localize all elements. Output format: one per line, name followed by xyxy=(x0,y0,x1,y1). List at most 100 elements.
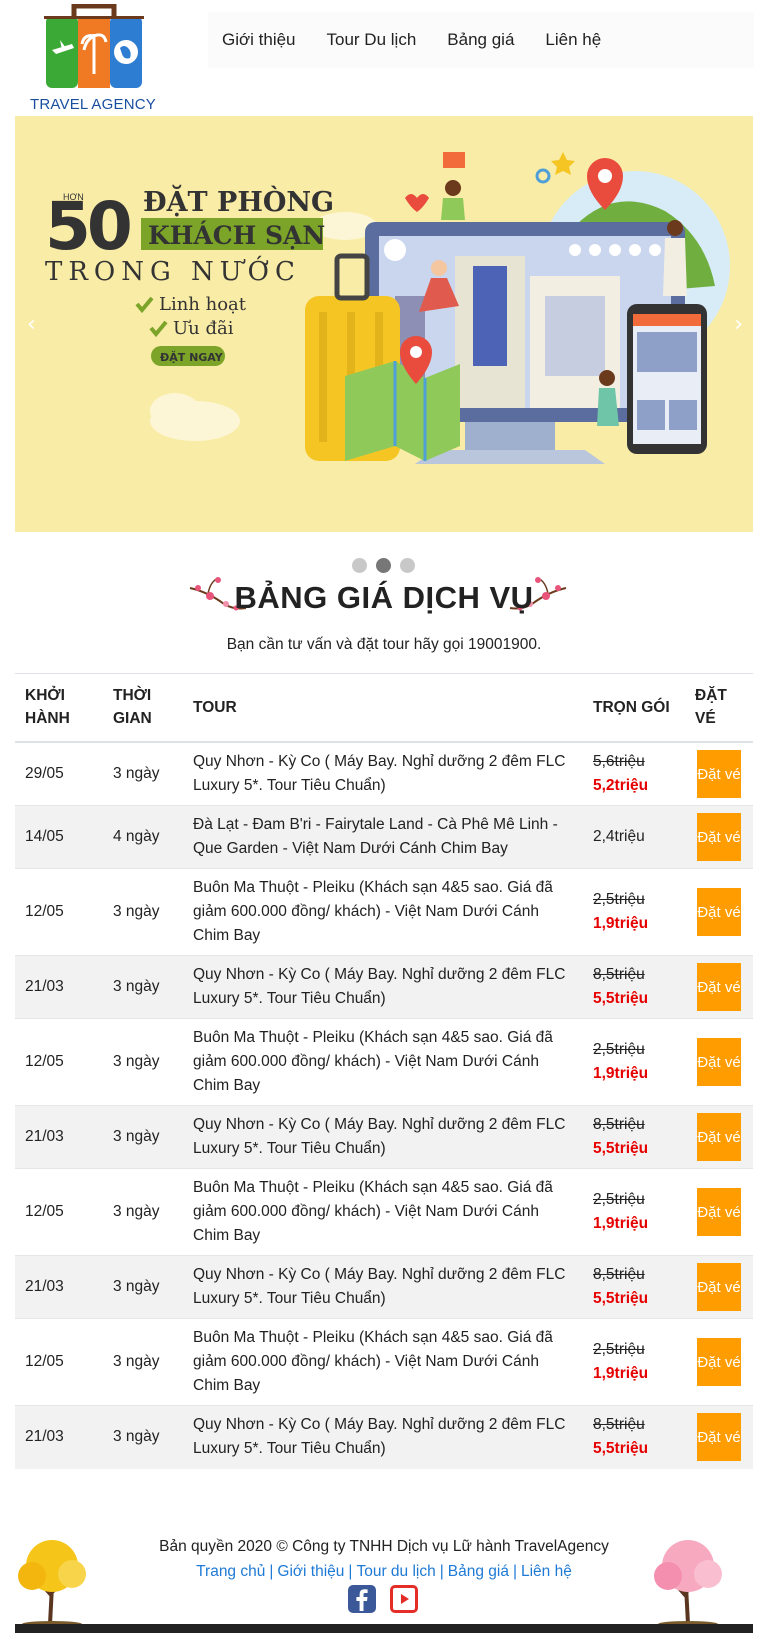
footer-link-contact[interactable]: Liên hệ xyxy=(521,1563,572,1580)
old-price: 2,5triệu xyxy=(593,1191,645,1208)
carousel-indicators xyxy=(352,558,424,573)
cell-date: 29/05 xyxy=(15,741,103,806)
carousel-next-icon[interactable]: › xyxy=(734,312,743,337)
cell-duration: 3 ngày xyxy=(103,1105,183,1169)
sale-price: 5,5triệu xyxy=(593,1290,649,1307)
cell-tour: Buôn Ma Thuột - Pleiku (Khách sạn 4&5 sa… xyxy=(183,1318,583,1406)
price-table: KHỞI HÀNH THỜI GIAN TOUR TRỌN GÓI ĐẶT VÉ… xyxy=(15,673,753,1469)
old-price: 2,5triệu xyxy=(593,891,645,908)
table-row: 12/05 3 ngày Buôn Ma Thuột - Pleiku (Khá… xyxy=(15,1018,753,1106)
main-nav: Giới thiệu Tour Du lịch Bảng giá Liên hệ xyxy=(208,12,754,68)
header-package: TRỌN GÓI xyxy=(583,673,687,743)
cell-date: 12/05 xyxy=(15,1168,103,1256)
book-button[interactable]: Đặt vé xyxy=(697,1188,741,1236)
carousel-dot-1[interactable] xyxy=(352,558,367,573)
book-button[interactable]: Đặt vé xyxy=(697,813,741,861)
cell-duration: 4 ngày xyxy=(103,805,183,869)
cell-price: 8,5triệu 5,5triệu xyxy=(583,1255,687,1319)
banner-line2: KHÁCH SẠN xyxy=(148,221,325,250)
table-row: 21/03 3 ngày Quy Nhơn - Kỳ Co ( Máy Bay.… xyxy=(15,1105,753,1169)
carousel-prev-icon[interactable]: ‹ xyxy=(27,312,36,337)
old-price: 8,5triệu xyxy=(593,966,645,983)
sale-price: 5,2triệu xyxy=(593,776,649,794)
book-button[interactable]: Đặt vé xyxy=(697,888,741,936)
cell-tour: Quy Nhơn - Kỳ Co ( Máy Bay. Nghỉ dưỡng 2… xyxy=(183,741,583,806)
cell-duration: 3 ngày xyxy=(103,868,183,956)
book-button[interactable]: Đặt vé xyxy=(697,1413,741,1462)
old-price: 2,5triệu xyxy=(593,1041,645,1058)
cell-tour: Buôn Ma Thuột - Pleiku (Khách sạn 4&5 sa… xyxy=(183,1168,583,1256)
cell-duration: 3 ngày xyxy=(103,741,183,806)
cell-price: 2,5triệu 1,9triệu xyxy=(583,1168,687,1256)
cell-price: 8,5triệu 5,5triệu xyxy=(583,955,687,1019)
cell-tour: Quy Nhơn - Kỳ Co ( Máy Bay. Nghỉ dưỡng 2… xyxy=(183,1105,583,1169)
table-row: 12/05 3 ngày Buôn Ma Thuột - Pleiku (Khá… xyxy=(15,1318,753,1406)
header-book: ĐẶT VÉ xyxy=(687,673,753,743)
sale-price: 5,5triệu xyxy=(593,1440,649,1458)
youtube-icon[interactable] xyxy=(390,1585,418,1613)
cell-date: 12/05 xyxy=(15,1318,103,1406)
footer-copyright: Bản quyền 2020 © Công ty TNHH Dịch vụ Lữ… xyxy=(159,1538,609,1555)
nav-item-tour-du-lich[interactable]: Tour Du lịch xyxy=(327,30,417,50)
cell-date: 12/05 xyxy=(15,868,103,956)
banner-cta-label: ĐẶT NGAY xyxy=(160,350,224,364)
nav-item-gioi-thieu[interactable]: Giới thiệu xyxy=(222,30,296,50)
travel-agency-logo[interactable]: TRAVEL AGENCY xyxy=(28,0,168,116)
cell-tour: Quy Nhơn - Kỳ Co ( Máy Bay. Nghỉ dưỡng 2… xyxy=(183,955,583,1019)
table-row: 14/05 4 ngày Đà Lạt - Đam B'ri - Fairyta… xyxy=(15,805,753,869)
carousel-dot-2[interactable] xyxy=(376,558,391,573)
footer-separator: | xyxy=(269,1563,274,1580)
cell-tour: Buôn Ma Thuột - Pleiku (Khách sạn 4&5 sa… xyxy=(183,868,583,956)
book-button[interactable]: Đặt vé xyxy=(697,1113,741,1161)
footer-link-about[interactable]: Giới thiệu xyxy=(277,1563,344,1580)
book-button[interactable]: Đặt vé xyxy=(697,963,741,1011)
banner-number: 50 xyxy=(45,188,130,265)
footer-bottom-bar xyxy=(15,1624,753,1633)
header-tour: TOUR xyxy=(183,673,583,743)
cell-tour: Quy Nhơn - Kỳ Co ( Máy Bay. Nghỉ dưỡng 2… xyxy=(183,1405,583,1469)
table-row: 21/03 3 ngày Quy Nhơn - Kỳ Co ( Máy Bay.… xyxy=(15,1255,753,1319)
book-button[interactable]: Đặt vé xyxy=(697,1038,741,1086)
old-price: 8,5triệu xyxy=(593,1416,645,1434)
site-header: TRAVEL AGENCY Giới thiệu Tour Du lịch Bả… xyxy=(0,0,768,116)
carousel-dot-3[interactable] xyxy=(400,558,415,573)
suitcase-logo-icon xyxy=(44,4,144,88)
cell-date: 21/03 xyxy=(15,1255,103,1319)
cell-duration: 3 ngày xyxy=(103,1405,183,1469)
price: 2,4triệu xyxy=(593,828,645,845)
facebook-icon[interactable] xyxy=(348,1585,376,1613)
sale-price: 1,9triệu xyxy=(593,1065,649,1082)
table-row: 29/05 3 ngày Quy Nhơn - Kỳ Co ( Máy Bay.… xyxy=(15,741,753,806)
cell-price: 8,5triệu 5,5triệu xyxy=(583,1105,687,1169)
sale-price: 5,5triệu xyxy=(593,1140,649,1157)
book-button[interactable]: Đặt vé xyxy=(697,1263,741,1311)
cell-duration: 3 ngày xyxy=(103,1018,183,1106)
sale-price: 1,9triệu xyxy=(593,1215,649,1232)
cell-duration: 3 ngày xyxy=(103,955,183,1019)
cell-price: 2,5triệu 1,9triệu xyxy=(583,1018,687,1106)
hero-carousel: HƠN 50 ĐẶT PHÒNG KHÁCH SẠN TRONG NƯỚC Li… xyxy=(15,116,753,532)
old-price: 5,6triệu xyxy=(593,752,645,770)
banner-feature2: Ưu đãi xyxy=(173,318,234,339)
old-price: 2,5triệu xyxy=(593,1341,645,1358)
table-row: 12/05 3 ngày Buôn Ma Thuột - Pleiku (Khá… xyxy=(15,868,753,956)
footer-separator: | xyxy=(348,1563,353,1580)
nav-item-bang-gia[interactable]: Bảng giá xyxy=(447,30,514,50)
book-button[interactable]: Đặt vé xyxy=(697,1338,741,1386)
footer-link-tours[interactable]: Tour du lịch xyxy=(356,1563,435,1580)
nav-item-lien-he[interactable]: Liên hệ xyxy=(545,30,601,50)
sale-price: 1,9triệu xyxy=(593,1365,649,1382)
table-header-row: KHỞI HÀNH THỜI GIAN TOUR TRỌN GÓI ĐẶT VÉ xyxy=(15,673,753,743)
cell-date: 21/03 xyxy=(15,1105,103,1169)
old-price: 8,5triệu xyxy=(593,1266,645,1283)
cell-tour: Đà Lạt - Đam B'ri - Fairytale Land - Cà … xyxy=(183,805,583,869)
cell-price: 8,5triệu 5,5triệu xyxy=(583,1405,687,1469)
cell-price: 2,5triệu 1,9triệu xyxy=(583,1318,687,1406)
footer-link-prices[interactable]: Bảng giá xyxy=(448,1563,509,1580)
section-subtitle: Bạn cần tư vấn và đặt tour hãy gọi 19001… xyxy=(226,636,542,653)
footer-link-home[interactable]: Trang chủ xyxy=(196,1563,265,1580)
cell-date: 14/05 xyxy=(15,805,103,869)
logo-text: TRAVEL AGENCY xyxy=(30,96,156,113)
cell-date: 21/03 xyxy=(15,1405,103,1469)
book-button[interactable]: Đặt vé xyxy=(697,749,741,798)
